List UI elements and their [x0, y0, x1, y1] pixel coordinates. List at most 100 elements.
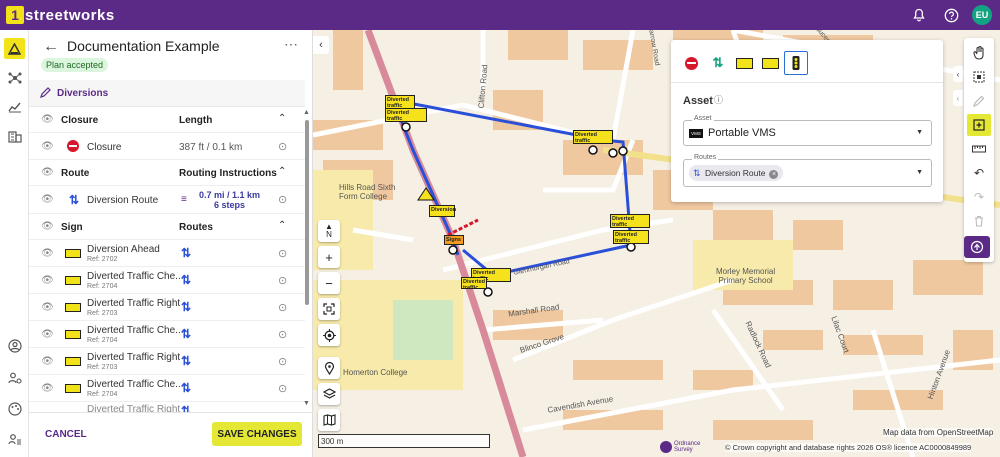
sign-row[interactable]: 👁 Diverted Traffic Che... Ref: 2704 ⇅ ⊙: [29, 375, 305, 402]
routes-select[interactable]: Routes ⇅ Diversion Route × ▼: [683, 154, 932, 187]
osm-attribution[interactable]: Map data from OpenStreetMap: [883, 428, 994, 437]
back-arrow-icon[interactable]: ←: [43, 38, 59, 56]
sign-row[interactable]: 👁 Diversion Ahead Ref: 2702 ⇅ ⊙: [29, 240, 305, 267]
sign-row[interactable]: 👁 Diverted Traffic Right Ref: 2703 ⇅ ⊙: [29, 294, 305, 321]
sign-section-header[interactable]: 👁 Sign Routes ⌃: [29, 214, 305, 240]
map-sign[interactable]: Diverted traffic: [385, 95, 415, 109]
chevron-up-icon[interactable]: ⌃: [278, 166, 286, 177]
sign-row-partial[interactable]: Diverted Traffic Right ⇅: [29, 402, 305, 412]
bell-icon[interactable]: [910, 6, 928, 24]
fit-bounds-icon[interactable]: [318, 298, 340, 320]
map-sign[interactable]: Diversion: [429, 205, 456, 217]
eye-icon[interactable]: 👁: [41, 329, 54, 340]
edit-pencil-icon[interactable]: [967, 90, 991, 112]
chevron-up-icon[interactable]: ⌃: [278, 220, 286, 231]
locate-target-icon[interactable]: ⊙: [278, 274, 287, 287]
buildings-icon[interactable]: [4, 126, 25, 147]
locate-target-icon[interactable]: ⊙: [278, 140, 287, 153]
locate-target-icon[interactable]: ⊙: [278, 355, 287, 368]
sign-row[interactable]: 👁 Diverted Traffic Che... Ref: 2704 ⇅ ⊙: [29, 267, 305, 294]
closure-section-header[interactable]: 👁 Closure Length ⌃: [29, 107, 305, 133]
route-tool-icon[interactable]: ⇅: [708, 54, 728, 72]
undo-icon[interactable]: ↶: [967, 162, 991, 184]
layers-icon[interactable]: [318, 383, 340, 405]
app-logo[interactable]: 1 streetworks: [6, 5, 115, 25]
route-icon: ⇅: [181, 327, 192, 341]
eye-icon[interactable]: 👁: [41, 141, 54, 152]
my-location-icon[interactable]: [318, 324, 340, 346]
works-nav-icon[interactable]: [4, 38, 25, 59]
compass-button[interactable]: ▲ N: [318, 220, 340, 242]
locate-target-icon[interactable]: ⊙: [278, 328, 287, 341]
delete-bin-icon[interactable]: [967, 210, 991, 232]
locate-target-icon[interactable]: ⊙: [278, 382, 287, 395]
sign-row[interactable]: 👁 Diverted Traffic Right Ref: 2703 ⇅ ⊙: [29, 348, 305, 375]
map-book-icon[interactable]: [318, 409, 340, 431]
scroll-down-arrow-icon[interactable]: ▼: [303, 400, 310, 407]
traffic-light-tool-icon[interactable]: [784, 51, 808, 75]
save-changes-button[interactable]: SAVE CHANGES: [212, 422, 302, 446]
collapse-panel-chevron-icon[interactable]: ‹: [313, 36, 329, 54]
closure-tool-icon[interactable]: [681, 54, 701, 72]
cancel-button[interactable]: CANCEL: [45, 429, 87, 440]
help-icon[interactable]: [942, 6, 960, 24]
hazard-mode-icon[interactable]: [964, 236, 990, 258]
sign-name: Diverted Traffic Che...: [87, 325, 184, 336]
eye-icon[interactable]: 👁: [41, 167, 54, 178]
asset-select[interactable]: Asset VMS Portable VMS ▼: [683, 115, 932, 146]
account-icon[interactable]: [4, 335, 25, 356]
locate-target-icon[interactable]: ⊙: [278, 247, 287, 260]
panel-scrollbar[interactable]: [305, 120, 309, 305]
map-sign[interactable]: Diverted traffic: [610, 214, 650, 228]
dropdown-caret-icon: ▼: [916, 129, 923, 136]
eye-icon[interactable]: 👁: [41, 221, 54, 232]
map-sign[interactable]: Diverted traffic: [613, 230, 649, 244]
box-select-icon[interactable]: [967, 66, 991, 88]
asset-value: Portable VMS: [708, 127, 776, 139]
collapse-chevron-icon[interactable]: ‹: [953, 90, 963, 106]
eye-icon[interactable]: 👁: [41, 302, 54, 313]
network-icon[interactable]: [4, 67, 25, 88]
zoom-in-button[interactable]: +: [318, 246, 340, 268]
map-sign[interactable]: Signs: [444, 235, 464, 245]
map-sign[interactable]: Diverted traffic: [573, 130, 613, 144]
map-sign[interactable]: Diverted traffic: [385, 108, 427, 122]
add-asset-icon[interactable]: [967, 114, 991, 136]
redo-icon[interactable]: ↷: [967, 186, 991, 208]
ruler-icon[interactable]: [967, 138, 991, 160]
scroll-up-arrow-icon[interactable]: ▲: [303, 109, 310, 116]
chevron-up-icon[interactable]: ⌃: [278, 113, 286, 124]
eye-icon[interactable]: 👁: [41, 356, 54, 367]
sign-row[interactable]: 👁 Diverted Traffic Che... Ref: 2704 ⇅ ⊙: [29, 321, 305, 348]
route-row[interactable]: 👁 ⇅ Diversion Route ≡ 0.7 mi / 1.1 km 6 …: [29, 186, 305, 214]
sign-name: Diverted Traffic Che...: [87, 271, 184, 282]
admin-icon[interactable]: [4, 428, 25, 449]
locate-target-icon[interactable]: ⊙: [278, 193, 287, 206]
routing-instructions-heading: Routing Instructions: [179, 168, 277, 179]
eye-icon[interactable]: 👁: [41, 114, 54, 125]
draw-toolbar: ↶ ↷: [964, 38, 994, 262]
eye-icon[interactable]: 👁: [41, 275, 54, 286]
palette-icon[interactable]: [4, 398, 25, 419]
user-avatar[interactable]: EU: [972, 5, 992, 25]
analytics-icon[interactable]: [4, 96, 25, 117]
hand-pan-icon[interactable]: [967, 42, 991, 64]
map-sign[interactable]: Diverted traffic: [461, 277, 487, 291]
sign-board-tool-icon[interactable]: [760, 54, 780, 72]
user-settings-icon[interactable]: [4, 367, 25, 388]
more-options-icon[interactable]: ⋯: [284, 36, 299, 53]
collapse-card-chevron-icon[interactable]: ‹: [953, 66, 963, 82]
eye-icon[interactable]: 👁: [41, 383, 54, 394]
locate-target-icon[interactable]: ⊙: [278, 301, 287, 314]
zoom-out-button[interactable]: −: [318, 272, 340, 294]
route-section-header[interactable]: 👁 Route Routing Instructions ⌃: [29, 160, 305, 186]
remove-chip-icon[interactable]: ×: [769, 170, 779, 179]
info-icon[interactable]: ⓘ: [714, 93, 723, 106]
closure-row[interactable]: 👁 Closure 387 ft / 0.1 km ⊙: [29, 133, 305, 160]
route-chip[interactable]: ⇅ Diversion Route ×: [689, 165, 784, 181]
eye-icon[interactable]: 👁: [41, 194, 54, 205]
map-pin-icon[interactable]: [318, 357, 340, 379]
diversions-header[interactable]: Diversions: [29, 80, 305, 107]
sign-tool-icon[interactable]: [734, 54, 754, 72]
eye-icon[interactable]: 👁: [41, 248, 54, 259]
